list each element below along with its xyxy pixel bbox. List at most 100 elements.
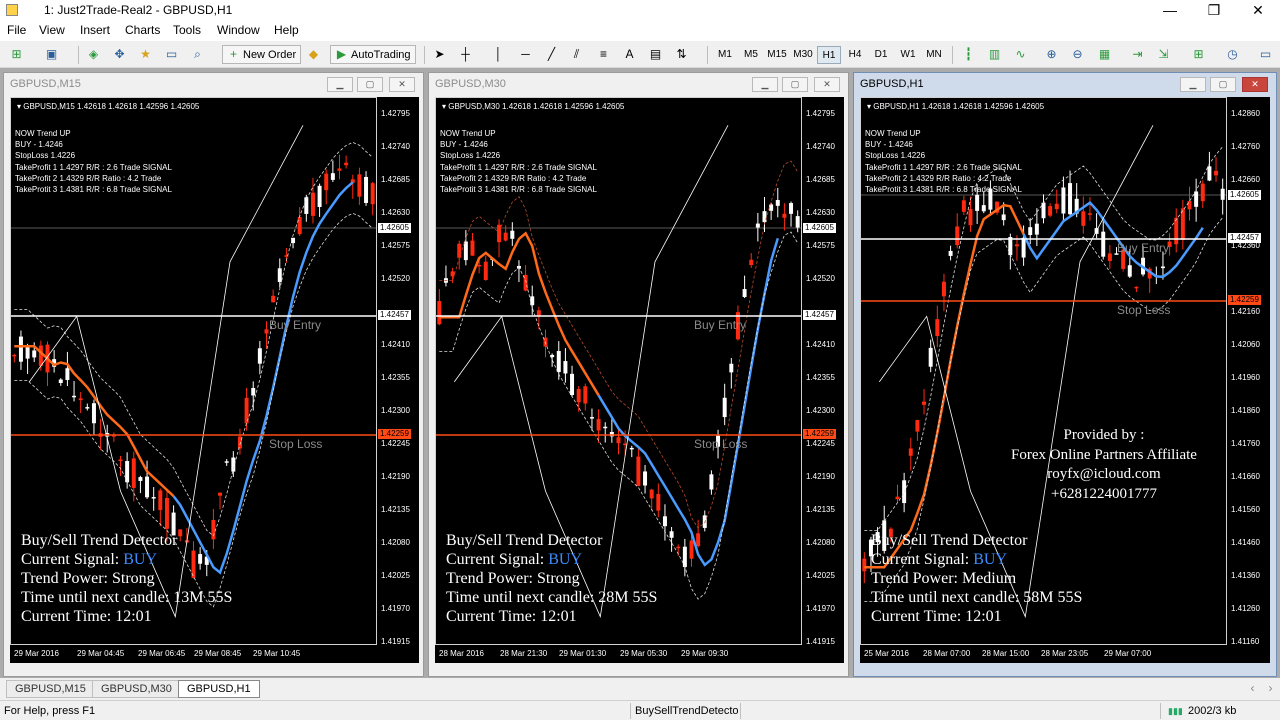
app-icon[interactable] <box>6 4 18 16</box>
price-tick-label: 1.42245 <box>806 439 835 448</box>
candle-body <box>503 232 508 241</box>
data-window-icon[interactable]: ✥ <box>111 46 128 63</box>
price-axis[interactable]: 1.42795 1.42740 1.42685 1.42630 1.42575 1.425… <box>377 97 412 646</box>
chart-plot-area[interactable]: ▾ GBPUSD,M30 1.42618 1.42618 1.42596 1.4… <box>435 97 802 645</box>
timeframe-m1[interactable]: M1 <box>713 46 737 64</box>
time-tick-label: 29 Mar 06:45 <box>138 649 186 658</box>
chart-plot-area[interactable]: ▾ GBPUSD,M15 1.42618 1.42618 1.42596 1.4… <box>10 97 377 645</box>
chart-window-m15[interactable]: GBPUSD,M15 ▁ ▢ ✕ ▾ GBPUSD,M15 1.42618 1.… <box>3 72 424 677</box>
candle-body <box>125 461 130 483</box>
chart-close-button[interactable]: ✕ <box>814 77 840 92</box>
timeframe-h1[interactable]: H1 <box>817 46 841 64</box>
timeframe-m5[interactable]: M5 <box>739 46 763 64</box>
candle-body <box>975 194 980 211</box>
tab-scroll-right-icon[interactable]: › <box>1262 680 1279 697</box>
strategy-tester-icon[interactable]: ⌕ <box>189 46 206 63</box>
metaeditor-icon[interactable]: ◆ <box>305 46 322 63</box>
chart-maximize-button[interactable]: ▢ <box>1210 77 1236 92</box>
zoom-out-icon[interactable]: ⊖ <box>1069 46 1086 63</box>
candle-body <box>1160 266 1165 269</box>
autoscroll-icon[interactable]: ⇲ <box>1155 46 1172 63</box>
time-axis[interactable]: 25 Mar 2016 28 Mar 07:00 28 Mar 15:00 28 Ma… <box>860 645 1227 663</box>
signal-info-line: NOW Trend UP <box>15 129 71 138</box>
chart-shift-icon[interactable]: ⇥ <box>1129 46 1146 63</box>
timeframe-m15[interactable]: M15 <box>765 46 789 64</box>
price-tick-label: 1.42795 <box>381 109 410 118</box>
profiles-icon[interactable]: ▣ <box>43 46 60 63</box>
text-icon[interactable]: A <box>621 46 638 63</box>
tab-gbpusd-m15[interactable]: GBPUSD,M15 <box>6 680 95 698</box>
chart-minimize-button[interactable]: ▁ <box>327 77 353 92</box>
signal-info-line: TakeProfit 2 1.4329 R/R Ratio : 4.2 Trad… <box>440 173 587 183</box>
market-watch-icon[interactable]: ◈ <box>85 46 102 63</box>
menu-charts[interactable]: Charts <box>125 23 160 37</box>
channel-icon[interactable]: ⫽ <box>568 46 585 63</box>
timeframe-d1[interactable]: D1 <box>869 46 893 64</box>
menu-insert[interactable]: Insert <box>80 23 110 37</box>
chart-plot-area[interactable]: ▾ GBPUSD,H1 1.42618 1.42618 1.42596 1.42… <box>860 97 1227 645</box>
panel-signal-label: Current Signal: <box>21 551 124 568</box>
candle-body <box>463 241 468 261</box>
timeframe-w1[interactable]: W1 <box>896 46 920 64</box>
maximize-button[interactable]: ❐ <box>1192 0 1236 21</box>
candle-body <box>955 226 960 246</box>
vertical-line-icon[interactable]: │ <box>490 46 507 63</box>
trendline-icon[interactable]: ╱ <box>543 46 560 63</box>
time-tick-label: 29 Mar 10:45 <box>253 649 301 658</box>
candle-body <box>709 474 714 490</box>
menu-tools[interactable]: Tools <box>173 23 201 37</box>
price-axis[interactable]: 1.42795 1.42740 1.42685 1.42630 1.42575 1.425… <box>802 97 837 646</box>
chart-minimize-button[interactable]: ▁ <box>1180 77 1206 92</box>
timeframe-h4[interactable]: H4 <box>843 46 867 64</box>
candle-body <box>649 489 654 499</box>
tab-scroll-left-icon[interactable]: ‹ <box>1244 680 1261 697</box>
price-axis[interactable]: 1.42860 1.42760 1.42660 1.42360 1.42160 1.420… <box>1227 97 1265 646</box>
line-chart-icon[interactable]: ∿ <box>1012 46 1029 63</box>
arrows-icon[interactable]: ⇅ <box>673 46 690 63</box>
chart-canvas[interactable]: ▾ GBPUSD,M15 1.42618 1.42618 1.42596 1.4… <box>10 97 419 663</box>
chart-window-m30[interactable]: GBPUSD,M30 ▁ ▢ ✕ ▾ GBPUSD,M30 1.42618 1.… <box>428 72 849 677</box>
minimize-button[interactable]: — <box>1148 0 1192 21</box>
chart-canvas[interactable]: ▾ GBPUSD,H1 1.42618 1.42618 1.42596 1.42… <box>860 97 1270 663</box>
menu-file[interactable]: File <box>7 23 26 37</box>
bar-chart-icon[interactable]: ┇ <box>960 46 977 63</box>
candle-body <box>224 461 229 463</box>
timeframe-m30[interactable]: M30 <box>791 46 815 64</box>
candlestick-icon[interactable]: ▥ <box>986 46 1003 63</box>
menu-help[interactable]: Help <box>274 23 299 37</box>
tile-windows-icon[interactable]: ▦ <box>1096 46 1113 63</box>
indicators-icon[interactable]: ⊞ <box>1190 46 1207 63</box>
periods-icon[interactable]: ◷ <box>1224 46 1241 63</box>
label-icon[interactable]: ▤ <box>647 46 664 63</box>
tab-gbpusd-m30[interactable]: GBPUSD,M30 <box>92 680 181 698</box>
navigator-icon[interactable]: ★ <box>137 46 154 63</box>
fibonacci-icon[interactable]: ≡ <box>595 46 612 63</box>
chart-minimize-button[interactable]: ▁ <box>752 77 778 92</box>
horizontal-line-icon[interactable]: ─ <box>517 46 534 63</box>
zoom-in-icon[interactable]: ⊕ <box>1043 46 1060 63</box>
close-button[interactable]: ✕ <box>1236 0 1280 21</box>
chart-close-button[interactable]: ✕ <box>1242 77 1268 92</box>
chart-maximize-button[interactable]: ▢ <box>357 77 383 92</box>
crosshair-icon[interactable]: ┼ <box>457 46 474 63</box>
signal-info-line: TakeProtit 3 1.4381 R/R : 6.8 Trade SIGN… <box>865 185 1022 195</box>
price-tick-label: 1.42575 <box>381 241 410 250</box>
cursor-icon[interactable]: ➤ <box>431 46 448 63</box>
terminal-icon[interactable]: ▭ <box>163 46 180 63</box>
timeframe-mn[interactable]: MN <box>922 46 946 64</box>
menu-view[interactable]: View <box>39 23 65 37</box>
templates-icon[interactable]: ▭ <box>1257 46 1274 63</box>
chart-canvas[interactable]: ▾ GBPUSD,M30 1.42618 1.42618 1.42596 1.4… <box>435 97 844 663</box>
tab-gbpusd-h1[interactable]: GBPUSD,H1 <box>178 680 260 698</box>
menu-window[interactable]: Window <box>217 23 260 37</box>
stop-loss-label: Stop Loss <box>269 437 323 451</box>
time-axis[interactable]: 28 Mar 2016 28 Mar 21:30 29 Mar 01:30 29 Ma… <box>435 645 802 663</box>
candle-body <box>1107 253 1112 261</box>
chart-close-button[interactable]: ✕ <box>389 77 415 92</box>
candle-body <box>231 457 236 472</box>
time-axis[interactable]: 29 Mar 2016 29 Mar 04:45 29 Mar 06:45 29 Ma… <box>10 645 377 663</box>
chart-maximize-button[interactable]: ▢ <box>782 77 808 92</box>
chart-window-h1[interactable]: GBPUSD,H1 ▁ ▢ ✕ ▾ GBPUSD,H1 1.42618 1.42… <box>853 72 1277 677</box>
new-chart-icon[interactable]: ⊞ <box>8 46 25 63</box>
candle-body <box>676 546 681 549</box>
